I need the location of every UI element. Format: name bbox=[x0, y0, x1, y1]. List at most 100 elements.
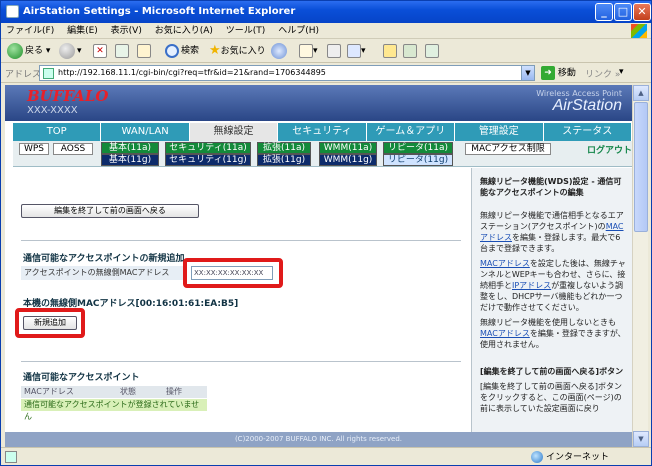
table-empty-row: 通信可能なアクセスポイントが登録されていません bbox=[21, 399, 207, 421]
subnav-mac-access[interactable]: MACアクセス制限 bbox=[465, 143, 551, 155]
toolbar-options-icon[interactable]: ▾ bbox=[619, 67, 624, 77]
subnav-security-11a[interactable]: セキュリティ(11a) bbox=[165, 142, 251, 154]
toolbar: 戻る ▾ ▾ ✕ 検索 ★お気に入り ▾ ▾ bbox=[1, 39, 651, 63]
search-icon bbox=[165, 43, 179, 58]
page-status-icon bbox=[5, 451, 17, 463]
scroll-thumb[interactable] bbox=[634, 102, 648, 232]
footer-copyright: (C)2000-2007 BUFFALO INC. All rights res… bbox=[5, 432, 632, 447]
menu-bar: ファイル(F) 編集(E) 表示(V) お気に入り(A) ツール(T) ヘルプ(… bbox=[1, 23, 651, 39]
mac-address-link[interactable]: MACアドレス bbox=[480, 259, 530, 268]
favorites-button[interactable]: ★お気に入り bbox=[209, 42, 266, 60]
airstation-header: BUFFALO XXX-XXXX Wireless Access Point A… bbox=[5, 85, 632, 121]
tab-game-apps[interactable]: ゲーム＆アプリ bbox=[366, 123, 456, 141]
help-paragraph: MACアドレスを設定した後は、無線チャンネルとWEPキーも合わせ、さらに、接続相… bbox=[480, 259, 626, 312]
messenger-icon bbox=[425, 43, 439, 58]
search-button[interactable]: 検索 bbox=[165, 42, 199, 60]
table-header: MACアドレス 状態 操作 bbox=[21, 386, 207, 398]
subnav-extended-11a[interactable]: 拡張(11a) bbox=[257, 142, 311, 154]
col-action: 操作 bbox=[166, 387, 182, 396]
highlight-mac-input bbox=[183, 258, 283, 288]
menu-view[interactable]: 表示(V) bbox=[106, 23, 147, 39]
tab-status[interactable]: ステータス bbox=[543, 123, 632, 141]
ie-app-icon bbox=[6, 5, 19, 18]
print-button[interactable] bbox=[327, 42, 341, 60]
go-button[interactable]: ➜ 移動 bbox=[541, 66, 576, 81]
logout-link[interactable]: ログアウト bbox=[587, 143, 632, 156]
address-url: http://192.168.11.1/cgi-bin/cgi?req=tfr&… bbox=[58, 68, 326, 77]
subnav-wmm-11a[interactable]: WMM(11a) bbox=[319, 142, 377, 154]
menu-favorites[interactable]: お気に入り(A) bbox=[150, 23, 218, 39]
back-button[interactable]: 戻る ▾ bbox=[7, 42, 50, 60]
access-point-table: MACアドレス 状態 操作 通信可能なアクセスポイントが登録されていません bbox=[21, 386, 207, 421]
close-button[interactable]: ✕ bbox=[633, 3, 651, 21]
add-section-title: 通信可能なアクセスポイントの新規追加 bbox=[23, 254, 185, 264]
subnav-basic-11g[interactable]: 基本(11g) bbox=[101, 154, 159, 166]
messenger-button[interactable] bbox=[425, 42, 439, 60]
help-paragraph: 無線リピータ機能で通信相手となるエアステーション(アクセスポイント)のMACアド… bbox=[480, 211, 624, 253]
tab-admin[interactable]: 管理設定 bbox=[455, 123, 544, 141]
go-arrow-icon: ➜ bbox=[541, 66, 555, 80]
title-bar: AirStation Settings - Microsoft Internet… bbox=[1, 1, 651, 23]
subnav-repeater-11g[interactable]: リピータ(11g) bbox=[383, 154, 453, 166]
subnav-basic-11a[interactable]: 基本(11a) bbox=[101, 142, 159, 154]
edit-page-button[interactable]: ▾ bbox=[347, 42, 366, 60]
divider bbox=[21, 240, 461, 241]
subnav-aoss[interactable]: AOSS bbox=[53, 143, 93, 155]
stop-icon: ✕ bbox=[93, 43, 107, 58]
security-zone: インターネット bbox=[531, 451, 609, 464]
address-input[interactable]: http://192.168.11.1/cgi-bin/cgi?req=tfr&… bbox=[39, 65, 535, 81]
help-sidebar: 無線リピータ機能(WDS)設定 - 通信可能なアクセスポイントの編集 無線リピー… bbox=[471, 168, 632, 432]
page-icon bbox=[43, 68, 54, 79]
address-bar: アドレス(D) http://192.168.11.1/cgi-bin/cgi?… bbox=[1, 63, 651, 83]
address-dropdown-icon[interactable]: ▼ bbox=[521, 66, 534, 80]
history-button[interactable] bbox=[271, 42, 289, 60]
edit-end-button[interactable]: 編集を終了して前の画面へ戻る bbox=[21, 204, 199, 218]
menu-tools[interactable]: ツール(T) bbox=[221, 23, 271, 39]
discuss-button[interactable] bbox=[383, 42, 397, 60]
status-bar: インターネット bbox=[1, 447, 651, 465]
back-arrow-icon bbox=[7, 42, 23, 59]
edit-icon bbox=[347, 43, 361, 58]
folder-icon bbox=[383, 43, 397, 58]
subnav-extended-11g[interactable]: 拡張(11g) bbox=[257, 154, 311, 166]
links-button[interactable]: リンク » bbox=[585, 67, 620, 80]
mail-icon bbox=[299, 43, 313, 58]
refresh-icon bbox=[115, 43, 129, 58]
page-content: BUFFALO XXX-XXXX Wireless Access Point A… bbox=[5, 85, 632, 447]
internet-globe-icon bbox=[531, 451, 543, 463]
menu-edit[interactable]: 編集(E) bbox=[62, 23, 103, 39]
refresh-button[interactable] bbox=[115, 42, 129, 60]
research-button[interactable] bbox=[403, 42, 417, 60]
forward-button[interactable]: ▾ bbox=[59, 42, 82, 60]
minimize-button[interactable]: _ bbox=[595, 3, 613, 21]
print-icon bbox=[327, 43, 341, 58]
subnav-wps[interactable]: WPS bbox=[19, 143, 49, 155]
menu-file[interactable]: ファイル(F) bbox=[1, 23, 59, 39]
stop-button[interactable]: ✕ bbox=[93, 42, 107, 60]
subnav-security-11g[interactable]: セキュリティ(11g) bbox=[165, 154, 251, 166]
window-title: AirStation Settings - Microsoft Internet… bbox=[23, 6, 296, 17]
star-icon: ★ bbox=[209, 43, 221, 58]
mail-button[interactable]: ▾ bbox=[299, 42, 318, 60]
maximize-button[interactable]: □ bbox=[614, 3, 632, 21]
mac-address-link[interactable]: MACアドレス bbox=[480, 329, 530, 338]
main-nav: TOP WAN/LAN 無線設定 セキュリティ ゲーム＆アプリ 管理設定 ステー… bbox=[13, 123, 632, 141]
ip-address-link[interactable]: IPアドレス bbox=[512, 281, 551, 290]
main-panel: 編集を終了して前の画面へ戻る 通信可能なアクセスポイントの新規追加 アクセスポイ… bbox=[13, 168, 471, 438]
home-button[interactable] bbox=[137, 42, 151, 60]
subnav-wmm-11g[interactable]: WMM(11g) bbox=[319, 154, 377, 166]
menu-help[interactable]: ヘルプ(H) bbox=[273, 23, 324, 39]
divider bbox=[21, 361, 461, 362]
subnav-repeater-11a[interactable]: リピータ(11a) bbox=[383, 142, 453, 154]
model-name: XXX-XXXX bbox=[27, 105, 78, 116]
tab-top[interactable]: TOP bbox=[13, 123, 102, 141]
scroll-up-icon[interactable]: ▲ bbox=[633, 85, 649, 101]
browser-window: AirStation Settings - Microsoft Internet… bbox=[0, 0, 652, 466]
tab-wireless-settings[interactable]: 無線設定 bbox=[189, 123, 279, 141]
tab-security[interactable]: セキュリティ bbox=[278, 123, 367, 141]
vertical-scrollbar[interactable]: ▲ ▼ bbox=[632, 85, 649, 447]
scroll-down-icon[interactable]: ▼ bbox=[633, 431, 649, 447]
tab-wan-lan[interactable]: WAN/LAN bbox=[101, 123, 190, 141]
help-paragraph: 無線リピータ機能を使用しないときもMACアドレスを編集・登録できますが、使用され… bbox=[480, 318, 626, 349]
help-paragraph: [編集を終了して前の画面へ戻る]ボタンをクリックすると、この画面(ページ)の前に… bbox=[480, 382, 623, 413]
